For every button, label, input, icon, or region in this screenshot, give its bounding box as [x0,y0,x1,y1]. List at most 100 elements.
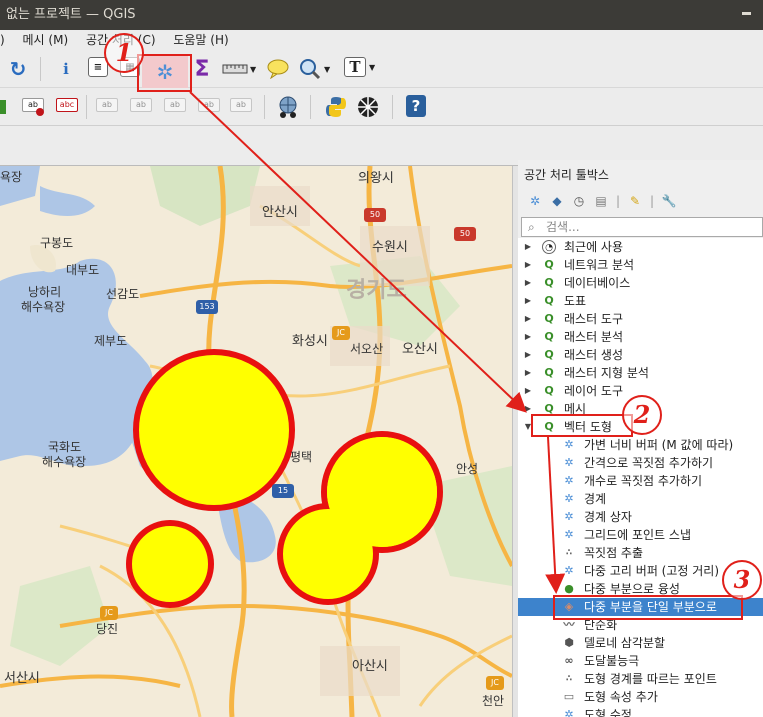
chevron-down-icon[interactable]: ▼ [250,65,256,74]
label-tool-button[interactable]: ab [22,98,44,116]
toolbar-separator [40,57,41,81]
expand-arrow-icon[interactable]: ▶ [523,274,533,292]
algorithm-item[interactable]: ∞ 도달불능극 [518,652,763,670]
step-badge: 2 [622,395,662,435]
measure-button[interactable]: ▼ [222,57,256,81]
models-gear-icon[interactable]: ✲ [526,192,544,210]
python-scripts-icon[interactable]: ◆ [548,192,566,210]
simplify-icon: 〰 [563,618,575,631]
expand-arrow-icon[interactable]: ▶ [523,292,533,310]
rotate-label-button[interactable]: ab [198,98,220,112]
expand-arrow-icon[interactable]: ▶ [523,346,533,364]
web-plugin-button[interactable] [276,95,300,119]
annotation-box-multipart-algorithm [553,595,743,620]
map-label: 평택 [290,450,313,464]
algorithm-label: 도형 경계를 따르는 포인트 [584,672,717,686]
expand-arrow-icon[interactable]: ▶ [523,238,533,256]
toolbar-separator: | [649,194,655,208]
points-along-icon: ∴ [565,674,573,684]
map-label: 당진 [96,622,119,636]
algorithm-item[interactable]: ✲ 그리드에 포인트 스냅 [518,526,763,544]
algorithm-item[interactable]: ∴ 꼭짓점 추출 [518,544,763,562]
pole-icon: ∞ [564,654,574,667]
algorithm-tree: ▶ ◔ 최근에 사용 ▶ Q 네트워크 분석 ▶ Q 데이터베이스 ▶ Q 도표… [518,238,763,717]
algorithm-item[interactable]: ✲ 간격으로 꼭짓점 추가하기 [518,454,763,472]
edit-features-icon[interactable]: ✎ [626,192,644,210]
quickmap-plugin-button[interactable] [356,95,380,119]
map-label: 안성 [456,462,479,476]
history-clock-icon[interactable]: ◷ [570,192,588,210]
red-dot-icon [36,108,44,116]
algorithm-label: 개수로 꼭짓점 추가하기 [584,474,703,488]
show-hide-label-button[interactable]: ab [130,98,152,112]
tree-item-label: 데이터베이스 [564,276,631,290]
tree-item-label: 래스터 도구 [564,312,624,326]
panel-title: 공간 처리 툴박스 [524,168,609,182]
tree-item-database[interactable]: ▶ Q 데이터베이스 [518,274,763,292]
results-document-icon[interactable]: ▤ [592,192,610,210]
label-style-button[interactable]: abc [56,98,78,112]
refresh-button[interactable]: ↻ [6,57,30,81]
algorithm-label: 델로네 삼각분할 [584,636,666,650]
qgis-icon: Q [544,258,554,271]
chevron-down-icon[interactable]: ▼ [324,65,330,74]
move-label-icon: ab [164,98,186,112]
rotate-label-icon: ab [198,98,220,112]
identify-button[interactable]: ℹ [54,57,78,81]
algorithm-label: 간격으로 꼭짓점 추가하기 [584,456,714,470]
expand-arrow-icon[interactable]: ▶ [523,310,533,328]
text-annotation-button[interactable]: T ▼ [344,57,375,77]
move-label-button[interactable]: ab [164,98,186,112]
tree-item-raster-analysis[interactable]: ▶ Q 래스터 분석 [518,328,763,346]
chevron-down-icon[interactable]: ▼ [369,63,375,72]
sum-button[interactable]: Σ [190,57,214,82]
map-label-city: 수원시 [372,240,408,255]
tree-item-label: 래스터 지형 분석 [564,366,649,380]
algorithm-item[interactable]: ✲ 도형 수정 [518,706,763,717]
pin-label-button[interactable]: ab [96,98,118,112]
map-tips-button[interactable] [266,57,290,81]
window-titlebar: 없는 프로젝트 — QGIS [0,0,763,30]
options-wrench-icon[interactable]: 🔧 [660,192,678,210]
python-console-button[interactable] [324,95,348,119]
tree-item-network-analysis[interactable]: ▶ Q 네트워크 분석 [518,256,763,274]
search-input[interactable]: ⌕ 검색... [521,217,763,237]
map-label: 욕장 [0,170,23,184]
map-canvas[interactable]: 욕장 의왕시 안산시 수원시 경기도 화성시 서오산 오산시 구봉도 대부도 선… [0,166,512,717]
menu-item-help[interactable]: 도움말 (H) [173,30,228,50]
change-label-button[interactable]: ab [230,98,252,112]
algorithm-item[interactable]: ✲ 경계 상자 [518,508,763,526]
expand-arrow-icon[interactable]: ▶ [523,382,533,400]
zoom-tool-button[interactable]: ▼ [298,57,330,81]
expand-arrow-icon[interactable]: ▶ [523,364,533,382]
toolbar-separator: | [615,194,621,208]
algorithm-item[interactable]: ✲ 경계 [518,490,763,508]
tree-item-raster-creation[interactable]: ▶ Q 래스터 생성 [518,346,763,364]
algorithm-item[interactable]: ▭ 도형 속성 추가 [518,688,763,706]
algorithm-item[interactable]: ∴ 도형 경계를 따르는 포인트 [518,670,763,688]
expand-arrow-icon[interactable]: ▶ [523,256,533,274]
algorithm-item[interactable]: ✲ 개수로 꼭짓점 추가하기 [518,472,763,490]
algorithm-item[interactable]: ⬢ 델로네 삼각분할 [518,634,763,652]
tree-item-recent[interactable]: ▶ ◔ 최근에 사용 [518,238,763,256]
menu-item-mesh[interactable]: 메시 (M) [23,30,69,50]
minimize-button[interactable] [742,12,751,15]
qgis-icon: Q [544,276,554,289]
window-title: 없는 프로젝트 — QGIS [6,7,136,22]
algorithm-label: 경계 [584,492,607,506]
expand-arrow-icon[interactable]: ▶ [523,328,533,346]
qgis-icon: Q [544,294,554,307]
help-button[interactable]: ? [406,95,426,117]
tree-item-graphics[interactable]: ▶ Q 도표 [518,292,763,310]
algorithm-item[interactable]: ✲ 가변 너비 버퍼 (M 값에 따라) [518,436,763,454]
map-label: 선감도 [106,287,140,301]
map-label: 해수욕장 [42,455,87,469]
change-label-icon: ab [230,98,252,112]
step-badge: 1 [104,33,144,73]
annotation-box-toolbox-button [137,54,192,92]
tree-item-raster-tools[interactable]: ▶ Q 래스터 도구 [518,310,763,328]
map-label: 대부도 [66,263,100,277]
tree-item-raster-terrain[interactable]: ▶ Q 래스터 지형 분석 [518,364,763,382]
junction-marker: JC [332,326,350,340]
menu-item-view[interactable]: ) [0,30,5,50]
